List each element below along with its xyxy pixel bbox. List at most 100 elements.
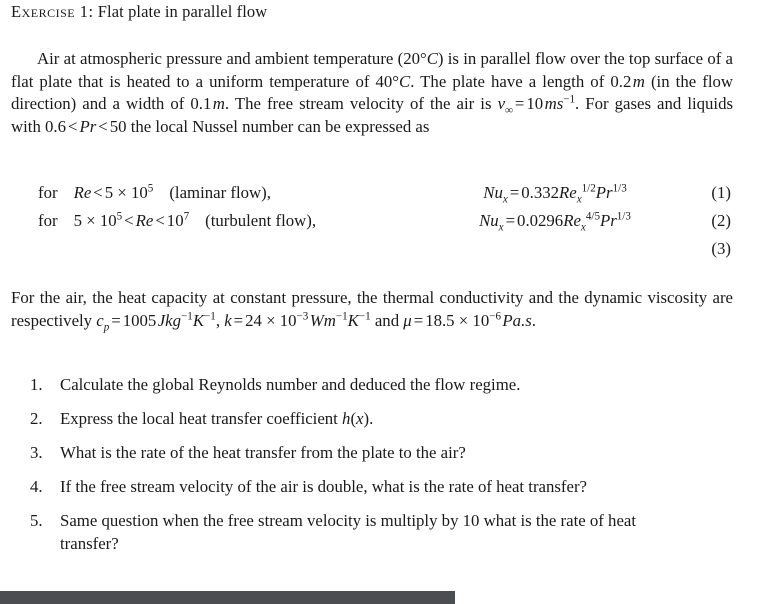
equation-2-math: Nux = 0.0296Rex4/5Pr1/3 [430,210,680,234]
plate-length-unit: m [632,71,645,91]
equations-block: for Re <5 × 105 (laminar flow), Nux = 0.332Re… [0,183,762,265]
question-item-3: 3. What is the rate of the heat transfer… [0,442,672,465]
less-than-sign: < [68,116,78,136]
conductivity-symbol: k [224,310,232,330]
question-text: Same question when the free stream veloc… [60,511,637,553]
condition-turbulent: for 5 × 105 < Re <107 (turbulent flow), [38,211,316,231]
plate-width-value: 0.1 [190,94,212,114]
viscosity-exponent: −6 [489,310,502,322]
reynolds-subscript: x [576,193,582,206]
less-than-sign: < [98,116,108,136]
conductivity-exponent: −3 [296,310,309,322]
conductivity-unit-2: K [347,310,359,330]
celsius-unit: C [399,71,411,91]
less-than-sign: < [155,211,165,230]
reynolds-subscript: x [580,221,586,234]
question-item-5: 5. Same question when the free stream ve… [0,510,672,555]
question-text: Calculate the global Reynolds number and… [60,375,521,394]
equals-sign: = [509,183,520,202]
question-text-after: . [369,409,374,429]
question-number: 5. [30,511,43,531]
heat-capacity-unit-1: Jkg [157,310,182,330]
exercise-title-text: Flat plate in parallel flow [97,2,268,21]
celsius-unit: C [426,49,438,68]
question-item-4: 4. If the free stream velocity of the ai… [0,476,672,499]
viscosity-unit: Pa.s [502,310,532,330]
conductivity-unit-1-exponent: −1 [335,310,348,322]
prandtl-exponent: 1/3 [616,210,631,223]
nusselt-symbol: Nu [483,183,503,202]
turbulent-lower-value: 5 × 10 [73,211,117,230]
equals-sign: = [514,94,525,114]
question-text-before: Express the local heat transfer coeffici… [60,409,343,429]
turbulent-flow-label: (turbulent flow), [205,211,317,230]
heat-capacity-unit-1-exponent: −1 [181,310,193,322]
viscosity-symbol: μ [403,310,412,330]
horizontal-scrollbar-track[interactable] [0,589,762,604]
condition-laminar: for Re <5 × 105 (laminar flow), [38,183,271,203]
equals-sign: = [413,310,424,330]
velocity-unit-exponent: −1 [563,93,576,106]
equation-row-1: for Re <5 × 105 (laminar flow), Nux = 0.332Re… [0,183,762,209]
equals-sign: = [111,310,121,330]
reynolds-symbol: Re [135,211,154,230]
properties-comma: , [215,310,225,330]
prandtl-exponent: 1/3 [612,182,627,195]
plate-length-value: 0.2 [610,71,632,91]
intro-segment-7: the local Nussel number can be expressed… [126,116,430,136]
turbulent-upper-value: 10 [166,211,184,230]
ambient-temperature-value: 20 [403,49,420,68]
question-number: 2. [30,409,43,429]
exercise-title-label: Exercise 1: [11,2,94,21]
equation-number-2: (2) [711,211,731,230]
horizontal-scrollbar-thumb[interactable] [0,591,455,604]
equation-row-3: (3) [0,239,762,265]
heat-capacity-symbol: c [96,310,104,330]
condition-keyword: for [38,211,58,230]
heat-capacity-value: 1005 [122,310,157,330]
velocity-symbol: v [497,94,506,114]
viscosity-value: 18.5 × 10 [425,310,490,330]
properties-period: . [531,310,536,330]
degree-symbol: ° [392,71,400,91]
conductivity-value: 24 × 10 [245,310,297,330]
plate-temperature-value: 40 [375,71,393,91]
document-page: Exercise 1: Flat plate in parallel flow … [0,0,762,589]
velocity-subscript: ∞ [505,104,513,117]
equation-1-coefficient: 0.332 [521,183,560,202]
intro-segment-3: . The plate have a length of [410,71,611,91]
intro-paragraph: Air at atmospheric pressure and ambient … [11,48,733,138]
equals-sign: = [233,310,244,330]
prandtl-upper-bound: 50 [109,116,127,136]
plate-width-unit: m [212,94,225,114]
question-number: 4. [30,477,43,497]
exercise-title: Exercise 1: Flat plate in parallel flow [11,2,267,22]
prandtl-symbol: Pr [595,183,613,202]
equation-1-math: Nux = 0.332Rex1/2Pr1/3 [430,182,680,206]
equation-row-2: for 5 × 105 < Re <107 (turbulent flow), Nux = 0… [0,211,762,237]
velocity-unit: ms [544,94,564,114]
heat-capacity-unit-2-exponent: −1 [204,310,216,322]
question-item-2: 2. Express the local heat transfer coeff… [0,408,672,431]
equals-sign: = [505,211,516,230]
properties-paragraph: For the air, the heat capacity at consta… [11,287,733,332]
question-number: 3. [30,443,43,463]
less-than-sign: < [124,211,134,230]
intro-segment-1: Air at atmospheric pressure and ambient … [37,49,404,68]
question-item-1: 1. Calculate the global Reynolds number … [0,374,672,397]
question-text: If the free stream velocity of the air i… [60,477,587,497]
reynolds-symbol: Re [73,183,92,202]
prandtl-symbol: Pr [599,211,617,230]
properties-segment-2: and [374,310,404,330]
reynolds-exponent: 4/5 [585,210,600,223]
nusselt-symbol: Nu [479,211,499,230]
heat-capacity-unit-2: K [192,310,205,330]
velocity-value: 10 [526,94,544,114]
degree-symbol: ° [419,49,427,68]
questions-list: 1. Calculate the global Reynolds number … [0,374,762,567]
equation-number-3: (3) [711,239,731,258]
turbulent-upper-exponent: 7 [183,210,190,223]
reynolds-symbol: Re [563,211,581,230]
reynolds-symbol: Re [559,183,577,202]
nusselt-subscript: x [498,221,504,234]
